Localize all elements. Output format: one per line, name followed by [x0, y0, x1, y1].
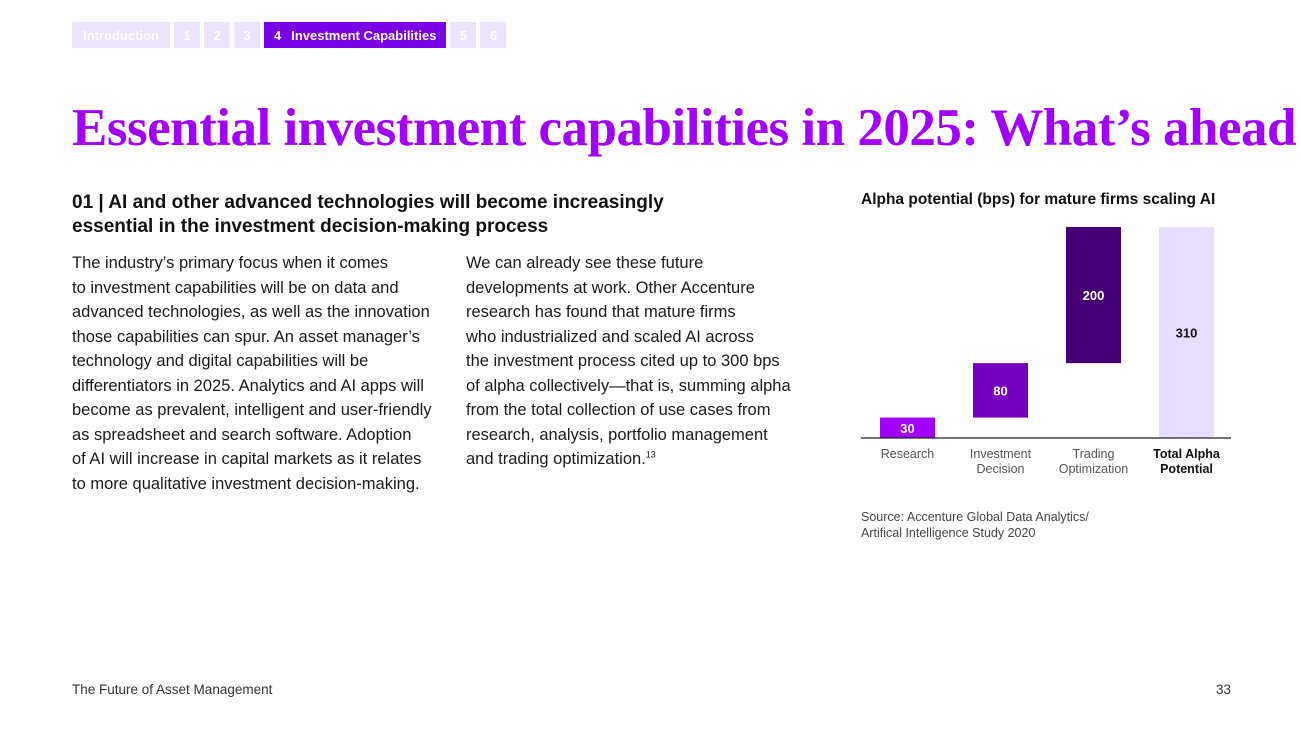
- nav-tab-3[interactable]: 3: [234, 22, 260, 48]
- footnote-marker[interactable]: 13: [646, 450, 656, 460]
- nav-tab-5[interactable]: 5: [450, 22, 477, 48]
- alpha-potential-chart: 30 Research 80 Investment Decision 200 Trading…: [861, 222, 1233, 486]
- nav-tab-6[interactable]: 6: [480, 22, 507, 48]
- body-text-2-content: We can already see these future developm…: [466, 254, 791, 468]
- body-column-2: We can already see these future developm…: [466, 251, 816, 472]
- chart-category-label-4: Total Alpha Potential: [1153, 447, 1221, 476]
- section-heading: 01 | AI and other advanced technologies …: [72, 192, 664, 237]
- nav-tab-4-active[interactable]: 4 Investment Capabilities: [264, 22, 447, 48]
- body-text-2: We can already see these future developm…: [466, 251, 816, 472]
- body-text-1: The industry’s primary focus when it com…: [72, 254, 432, 493]
- chart-category-label-1: Research: [881, 447, 935, 461]
- chart-bar-label-2: 80: [993, 383, 1007, 398]
- page-title: Essential investment capabilities in 202…: [72, 99, 1296, 157]
- nav-tab-introduction[interactable]: Introduction: [72, 22, 170, 48]
- section-nav: Introduction 1 2 3 4 Investment Capabili…: [72, 22, 507, 48]
- chart-category-label-2: Investment Decision: [970, 447, 1032, 476]
- chart-bar-label-1: 30: [900, 421, 914, 436]
- chart-title: Alpha potential (bps) for mature firms s…: [861, 191, 1216, 208]
- chart-category-label-3: Trading Optimization: [1059, 447, 1129, 476]
- nav-tab-2[interactable]: 2: [204, 22, 230, 48]
- nav-tab-4-number: 4: [274, 27, 282, 43]
- chart-bar-label-3: 200: [1083, 288, 1105, 303]
- body-column-1: The industry’s primary focus when it com…: [72, 251, 447, 496]
- footer-document-title: The Future of Asset Management: [72, 682, 273, 697]
- chart-source: Source: Accenture Global Data Analytics/…: [861, 510, 1089, 540]
- nav-tab-1[interactable]: 1: [174, 22, 200, 48]
- chart-svg: 30 Research 80 Investment Decision 200 Trading…: [861, 227, 1231, 476]
- nav-tab-4-label: Investment Capabilities: [291, 27, 437, 43]
- chart-bar-label-4: 310: [1176, 326, 1198, 341]
- page-number: 33: [1215, 682, 1231, 697]
